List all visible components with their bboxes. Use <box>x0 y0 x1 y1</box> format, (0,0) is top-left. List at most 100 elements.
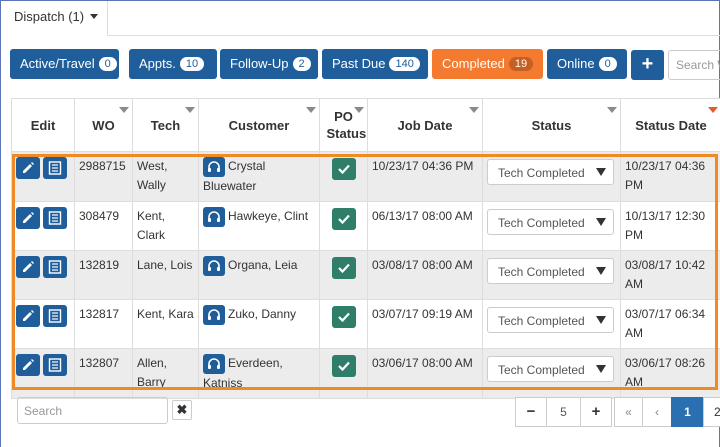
wo-cell: 2988715 <box>74 151 133 202</box>
pencil-icon[interactable] <box>16 354 40 376</box>
pencil-icon[interactable] <box>16 256 40 278</box>
tab-dispatch-label: Dispatch (1) <box>14 9 85 24</box>
headset-icon[interactable] <box>203 256 225 276</box>
edit-cell <box>11 151 75 202</box>
add-button[interactable]: + <box>631 50 664 80</box>
customer-name: Organa, Leia <box>228 258 298 272</box>
column-header-label: PO Status <box>326 109 367 141</box>
filter-appts-button[interactable]: Appts. 10 <box>129 49 217 79</box>
status-select-value: Tech Completed <box>498 166 585 180</box>
edit-cell <box>11 250 75 300</box>
page-1-button[interactable]: 1 <box>671 397 704 427</box>
headset-icon[interactable] <box>203 157 225 177</box>
sort-icon[interactable] <box>119 107 129 113</box>
wo-cell: 132819 <box>74 250 133 300</box>
column-header-edit[interactable]: Edit <box>11 98 75 152</box>
status-select-value: Tech Completed <box>498 363 585 377</box>
column-header-job-date[interactable]: Job Date <box>367 98 483 152</box>
clear-search-button[interactable]: ✖ <box>172 400 192 420</box>
caret-down-icon <box>596 267 606 275</box>
check-icon[interactable] <box>331 355 356 377</box>
pencil-icon[interactable] <box>16 207 40 229</box>
status-select[interactable]: Tech Completed <box>487 356 614 382</box>
table-row[interactable]: 132819 Lane, Lois Organa, Leia 03/08/17 08:… <box>11 250 720 300</box>
sort-icon[interactable] <box>185 107 195 113</box>
list-icon[interactable] <box>43 305 67 327</box>
sort-icon[interactable] <box>354 107 364 113</box>
column-header-label: WO <box>92 117 115 133</box>
table-row[interactable]: 132817 Kent, Kara Zuko, Danny 03/07/17 09:1… <box>11 299 720 349</box>
job-date-cell: 06/13/17 08:00 AM <box>367 201 483 251</box>
list-icon[interactable] <box>43 157 67 179</box>
filter-completed-button[interactable]: Completed 19 <box>432 49 543 79</box>
list-icon[interactable] <box>43 207 67 229</box>
status-select-value: Tech Completed <box>498 314 585 328</box>
filter-label: Active/Travel <box>20 56 95 71</box>
status-select[interactable]: Tech Completed <box>487 159 614 185</box>
status-select-value: Tech Completed <box>498 265 585 279</box>
filter-label: Appts. <box>139 56 176 71</box>
filter-follow-up-button[interactable]: Follow-Up 2 <box>220 49 318 79</box>
column-header-tech[interactable]: Tech <box>132 98 199 152</box>
job-date-cell: 03/07/17 09:19 AM <box>367 299 483 349</box>
check-icon[interactable] <box>331 208 356 230</box>
job-date-cell: 03/06/17 08:00 AM <box>367 348 483 399</box>
pencil-icon[interactable] <box>16 305 40 327</box>
sort-icon[interactable] <box>469 107 479 113</box>
column-header-status-date[interactable]: Status Date <box>620 98 720 152</box>
sort-icon[interactable] <box>306 107 316 113</box>
check-icon[interactable] <box>331 257 356 279</box>
column-header-label: Edit <box>30 117 56 133</box>
list-icon[interactable] <box>43 354 67 376</box>
status-select[interactable]: Tech Completed <box>487 307 614 333</box>
prev-page-button[interactable]: ‹ <box>642 397 672 427</box>
sort-active-icon[interactable] <box>708 107 718 113</box>
filter-online-button[interactable]: Online 0 <box>547 49 627 79</box>
page-size-increase-button[interactable]: + <box>580 397 612 427</box>
table-row[interactable]: 308479 Kent, Clark Hawkeye, Clint 06/13/17 … <box>11 201 720 251</box>
tech-cell: Allen, Barry <box>132 348 199 399</box>
pencil-icon[interactable] <box>16 157 40 179</box>
caret-down-icon <box>596 168 606 176</box>
filter-past-due-button[interactable]: Past Due 140 <box>322 49 428 79</box>
status-date-cell: 03/07/17 06:34 AM <box>620 299 720 349</box>
sort-icon[interactable] <box>607 107 617 113</box>
check-icon[interactable] <box>331 158 356 180</box>
search-input[interactable]: Search W <box>668 50 720 80</box>
table-header: Edit WO Tech Customer PO Status Job Date Statu… <box>11 98 720 152</box>
status-select[interactable]: Tech Completed <box>487 258 614 284</box>
filter-count-badge: 10 <box>179 57 205 71</box>
column-header-customer[interactable]: Customer <box>198 98 320 152</box>
job-date-cell: 10/23/17 04:36 PM <box>367 151 483 202</box>
first-page-button[interactable]: « <box>614 397 643 427</box>
wo-cell: 132817 <box>74 299 133 349</box>
customer-cell: Crystal Bluewater <box>198 151 320 202</box>
table-row[interactable]: 132807 Allen, Barry Everdeen, Katniss 03/06… <box>11 348 720 399</box>
filter-label: Completed <box>442 56 505 71</box>
table-search-input[interactable]: Search <box>17 397 168 424</box>
po-status-cell <box>319 299 368 349</box>
headset-icon[interactable] <box>203 207 225 227</box>
list-icon[interactable] <box>43 256 67 278</box>
filter-count-badge: 2 <box>292 57 311 71</box>
column-header-status[interactable]: Status <box>482 98 621 152</box>
dispatch-grid: Edit WO Tech Customer PO Status Job Date Statu… <box>11 98 720 399</box>
filter-active-travel-button[interactable]: Active/Travel 0 <box>10 49 119 79</box>
headset-icon[interactable] <box>203 354 225 374</box>
filter-label: Past Due <box>332 56 386 71</box>
tab-dispatch[interactable]: Dispatch (1) <box>1 1 108 36</box>
column-header-wo[interactable]: WO <box>74 98 133 152</box>
check-icon[interactable] <box>331 306 356 328</box>
column-header-label: Status <box>531 117 572 133</box>
status-select[interactable]: Tech Completed <box>487 209 614 235</box>
column-header-po-status[interactable]: PO Status <box>319 98 368 152</box>
table-row[interactable]: 2988715 West, Wally Crystal Bluewater 10/23… <box>11 151 720 202</box>
filter-count-badge: 19 <box>508 57 534 71</box>
headset-icon[interactable] <box>203 305 225 325</box>
status-cell: Tech Completed <box>482 348 621 399</box>
page-2-button[interactable]: 2 <box>703 397 720 427</box>
page-size-decrease-button[interactable]: − <box>515 397 547 427</box>
po-status-cell <box>319 151 368 202</box>
filter-count-badge: 0 <box>598 57 617 71</box>
customer-name: Hawkeye, Clint <box>228 209 309 223</box>
